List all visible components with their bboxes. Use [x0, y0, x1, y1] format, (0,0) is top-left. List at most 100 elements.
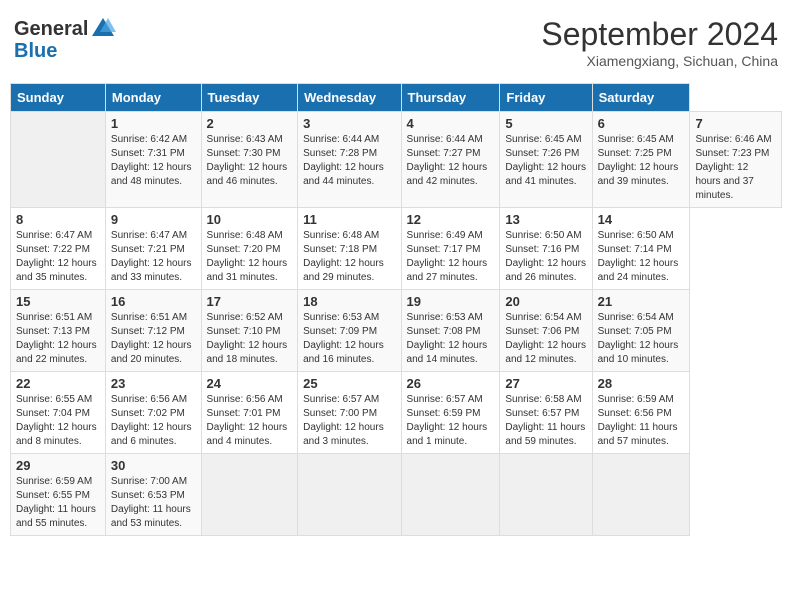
day-number: 11 — [303, 212, 395, 227]
day-number: 30 — [111, 458, 196, 473]
day-number: 28 — [598, 376, 685, 391]
day-number: 19 — [407, 294, 495, 309]
calendar-cell: 25 Sunrise: 6:57 AMSunset: 7:00 PMDaylig… — [298, 372, 401, 454]
weekday-monday: Monday — [105, 84, 201, 112]
calendar-cell: 19 Sunrise: 6:53 AMSunset: 7:08 PMDaylig… — [401, 290, 500, 372]
calendar-cell: 24 Sunrise: 6:56 AMSunset: 7:01 PMDaylig… — [201, 372, 298, 454]
day-number: 7 — [695, 116, 776, 131]
day-number: 27 — [505, 376, 586, 391]
calendar-cell: 14 Sunrise: 6:50 AMSunset: 7:14 PMDaylig… — [592, 208, 690, 290]
calendar-cell — [401, 454, 500, 536]
week-row-5: 29 Sunrise: 6:59 AMSunset: 6:55 PMDaylig… — [11, 454, 782, 536]
day-info: Sunrise: 6:51 AMSunset: 7:12 PMDaylight:… — [111, 311, 196, 367]
day-info: Sunrise: 6:44 AMSunset: 7:28 PMDaylight:… — [303, 133, 395, 189]
day-info: Sunrise: 6:50 AMSunset: 7:14 PMDaylight:… — [598, 229, 685, 285]
calendar-cell: 6 Sunrise: 6:45 AMSunset: 7:25 PMDayligh… — [592, 112, 690, 208]
calendar-cell: 12 Sunrise: 6:49 AMSunset: 7:17 PMDaylig… — [401, 208, 500, 290]
day-number: 8 — [16, 212, 100, 227]
calendar-cell — [500, 454, 592, 536]
calendar-cell: 28 Sunrise: 6:59 AMSunset: 6:56 PMDaylig… — [592, 372, 690, 454]
day-number: 5 — [505, 116, 586, 131]
day-info: Sunrise: 6:45 AMSunset: 7:26 PMDaylight:… — [505, 133, 586, 189]
calendar-cell: 11 Sunrise: 6:48 AMSunset: 7:18 PMDaylig… — [298, 208, 401, 290]
day-info: Sunrise: 6:48 AMSunset: 7:18 PMDaylight:… — [303, 229, 395, 285]
calendar-cell: 27 Sunrise: 6:58 AMSunset: 6:57 PMDaylig… — [500, 372, 592, 454]
day-info: Sunrise: 6:42 AMSunset: 7:31 PMDaylight:… — [111, 133, 196, 189]
calendar-cell: 20 Sunrise: 6:54 AMSunset: 7:06 PMDaylig… — [500, 290, 592, 372]
calendar-cell: 4 Sunrise: 6:44 AMSunset: 7:27 PMDayligh… — [401, 112, 500, 208]
day-info: Sunrise: 6:43 AMSunset: 7:30 PMDaylight:… — [207, 133, 293, 189]
day-number: 3 — [303, 116, 395, 131]
day-number: 10 — [207, 212, 293, 227]
day-number: 12 — [407, 212, 495, 227]
location-subtitle: Xiamengxiang, Sichuan, China — [541, 53, 778, 69]
calendar-cell: 18 Sunrise: 6:53 AMSunset: 7:09 PMDaylig… — [298, 290, 401, 372]
day-number: 15 — [16, 294, 100, 309]
calendar-cell — [298, 454, 401, 536]
calendar-cell: 23 Sunrise: 6:56 AMSunset: 7:02 PMDaylig… — [105, 372, 201, 454]
title-block: September 2024 Xiamengxiang, Sichuan, Ch… — [541, 16, 778, 69]
week-row-1: 1 Sunrise: 6:42 AMSunset: 7:31 PMDayligh… — [11, 112, 782, 208]
day-number: 26 — [407, 376, 495, 391]
day-number: 13 — [505, 212, 586, 227]
day-number: 9 — [111, 212, 196, 227]
day-number: 6 — [598, 116, 685, 131]
day-info: Sunrise: 6:52 AMSunset: 7:10 PMDaylight:… — [207, 311, 293, 367]
calendar-cell — [592, 454, 690, 536]
calendar-cell: 21 Sunrise: 6:54 AMSunset: 7:05 PMDaylig… — [592, 290, 690, 372]
weekday-wednesday: Wednesday — [298, 84, 401, 112]
calendar-cell: 29 Sunrise: 6:59 AMSunset: 6:55 PMDaylig… — [11, 454, 106, 536]
weekday-friday: Friday — [500, 84, 592, 112]
weekday-saturday: Saturday — [592, 84, 690, 112]
day-number: 23 — [111, 376, 196, 391]
week-row-4: 22 Sunrise: 6:55 AMSunset: 7:04 PMDaylig… — [11, 372, 782, 454]
month-title: September 2024 — [541, 16, 778, 53]
day-number: 2 — [207, 116, 293, 131]
calendar-cell: 22 Sunrise: 6:55 AMSunset: 7:04 PMDaylig… — [11, 372, 106, 454]
day-info: Sunrise: 6:54 AMSunset: 7:06 PMDaylight:… — [505, 311, 586, 367]
weekday-thursday: Thursday — [401, 84, 500, 112]
day-info: Sunrise: 6:47 AMSunset: 7:21 PMDaylight:… — [111, 229, 196, 285]
calendar-body: 1 Sunrise: 6:42 AMSunset: 7:31 PMDayligh… — [11, 112, 782, 536]
day-number: 18 — [303, 294, 395, 309]
calendar-cell — [201, 454, 298, 536]
logo-icon — [90, 16, 116, 42]
logo: General Blue — [14, 16, 116, 63]
day-number: 14 — [598, 212, 685, 227]
calendar-table: SundayMondayTuesdayWednesdayThursdayFrid… — [10, 83, 782, 536]
day-info: Sunrise: 6:59 AMSunset: 6:55 PMDaylight:… — [16, 475, 100, 531]
week-row-2: 8 Sunrise: 6:47 AMSunset: 7:22 PMDayligh… — [11, 208, 782, 290]
calendar-cell: 15 Sunrise: 6:51 AMSunset: 7:13 PMDaylig… — [11, 290, 106, 372]
calendar-cell: 30 Sunrise: 7:00 AMSunset: 6:53 PMDaylig… — [105, 454, 201, 536]
day-info: Sunrise: 6:49 AMSunset: 7:17 PMDaylight:… — [407, 229, 495, 285]
day-info: Sunrise: 6:57 AMSunset: 7:00 PMDaylight:… — [303, 393, 395, 449]
weekday-sunday: Sunday — [11, 84, 106, 112]
calendar-cell: 26 Sunrise: 6:57 AMSunset: 6:59 PMDaylig… — [401, 372, 500, 454]
calendar-cell: 1 Sunrise: 6:42 AMSunset: 7:31 PMDayligh… — [105, 112, 201, 208]
calendar-cell: 10 Sunrise: 6:48 AMSunset: 7:20 PMDaylig… — [201, 208, 298, 290]
day-info: Sunrise: 6:44 AMSunset: 7:27 PMDaylight:… — [407, 133, 495, 189]
calendar-cell: 17 Sunrise: 6:52 AMSunset: 7:10 PMDaylig… — [201, 290, 298, 372]
day-info: Sunrise: 6:48 AMSunset: 7:20 PMDaylight:… — [207, 229, 293, 285]
day-info: Sunrise: 6:56 AMSunset: 7:01 PMDaylight:… — [207, 393, 293, 449]
calendar-cell: 8 Sunrise: 6:47 AMSunset: 7:22 PMDayligh… — [11, 208, 106, 290]
day-number: 1 — [111, 116, 196, 131]
day-number: 25 — [303, 376, 395, 391]
logo-general: General — [14, 18, 88, 40]
weekday-header-row: SundayMondayTuesdayWednesdayThursdayFrid… — [11, 84, 782, 112]
calendar-cell — [11, 112, 106, 208]
calendar-cell: 13 Sunrise: 6:50 AMSunset: 7:16 PMDaylig… — [500, 208, 592, 290]
day-info: Sunrise: 6:53 AMSunset: 7:08 PMDaylight:… — [407, 311, 495, 367]
calendar-cell: 7 Sunrise: 6:46 AMSunset: 7:23 PMDayligh… — [690, 112, 782, 208]
day-number: 22 — [16, 376, 100, 391]
day-number: 16 — [111, 294, 196, 309]
logo-blue: Blue — [14, 40, 116, 63]
day-info: Sunrise: 6:57 AMSunset: 6:59 PMDaylight:… — [407, 393, 495, 449]
weekday-tuesday: Tuesday — [201, 84, 298, 112]
week-row-3: 15 Sunrise: 6:51 AMSunset: 7:13 PMDaylig… — [11, 290, 782, 372]
calendar-cell: 2 Sunrise: 6:43 AMSunset: 7:30 PMDayligh… — [201, 112, 298, 208]
day-info: Sunrise: 6:50 AMSunset: 7:16 PMDaylight:… — [505, 229, 586, 285]
day-info: Sunrise: 6:46 AMSunset: 7:23 PMDaylight:… — [695, 133, 776, 203]
day-info: Sunrise: 6:51 AMSunset: 7:13 PMDaylight:… — [16, 311, 100, 367]
day-info: Sunrise: 6:55 AMSunset: 7:04 PMDaylight:… — [16, 393, 100, 449]
